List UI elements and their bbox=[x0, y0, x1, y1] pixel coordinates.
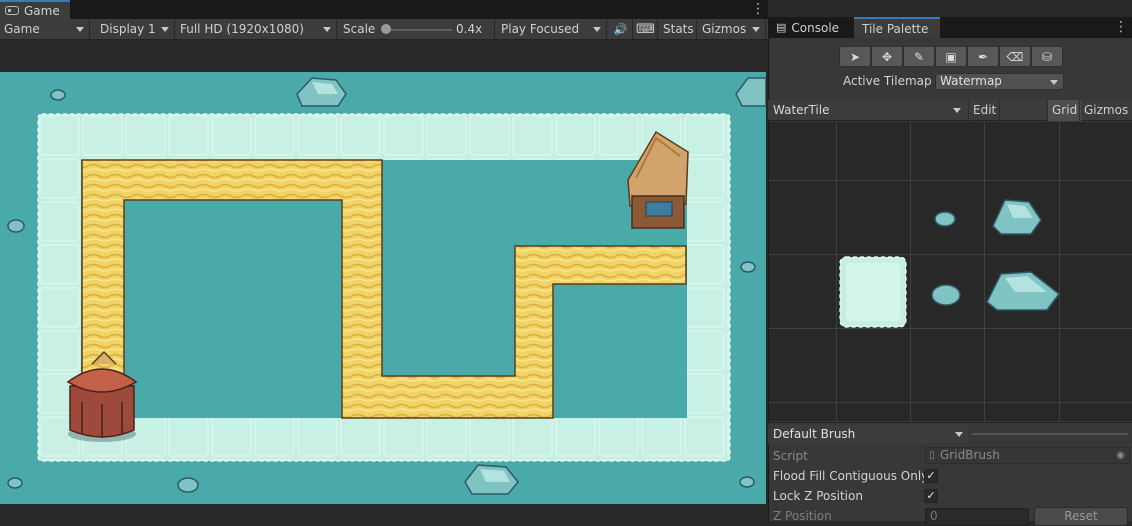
brush-dropdown[interactable]: Default Brush bbox=[770, 425, 968, 443]
move-icon: ✥ bbox=[881, 49, 893, 64]
move-tool-button[interactable]: ✥ bbox=[871, 46, 903, 67]
display-dropdown[interactable]: Display 1 bbox=[96, 19, 175, 39]
game-tab-bar: Game ⋮ bbox=[0, 0, 768, 19]
tab-tile-palette-label: Tile Palette bbox=[862, 21, 929, 36]
script-field: ▯ GridBrush ◉ bbox=[925, 447, 1130, 464]
right-tab-bar: ▤ Console Tile Palette ⋮ bbox=[768, 17, 1132, 38]
panel-more-menu-icon[interactable]: ⋮ bbox=[1114, 20, 1128, 34]
edit-label: Edit bbox=[973, 103, 997, 117]
gizmos-dropdown[interactable]: Gizmos bbox=[698, 19, 766, 39]
right-top-strip bbox=[768, 0, 1132, 17]
brush-bar: Default Brush bbox=[768, 422, 1132, 444]
lock-z-checkbox[interactable]: ✓ bbox=[924, 489, 938, 503]
edit-palette-button[interactable]: Edit bbox=[968, 100, 1000, 121]
brush-divider bbox=[972, 433, 1128, 435]
palette-spacer bbox=[999, 100, 1047, 121]
gizmos-label: Gizmos bbox=[702, 22, 747, 36]
fill-bucket-icon: ⛁ bbox=[1041, 49, 1053, 64]
palette-gizmos-label: Gizmos bbox=[1084, 103, 1129, 117]
palette-tile-water[interactable] bbox=[839, 256, 907, 328]
palette-gizmos-button[interactable]: Gizmos bbox=[1079, 100, 1132, 121]
active-tilemap-value: Watermap bbox=[940, 74, 1002, 88]
game-tab[interactable]: Game bbox=[0, 0, 70, 19]
palette-selected: WaterTile bbox=[773, 103, 830, 117]
fill-tool-button[interactable]: ⛁ bbox=[1031, 46, 1063, 67]
eraser-icon: ⌫ bbox=[1006, 49, 1024, 64]
scale-slider-track[interactable] bbox=[382, 29, 452, 31]
scale-slider-handle[interactable] bbox=[381, 24, 391, 34]
scale-value: 0.4x bbox=[456, 22, 483, 36]
game-bottom-strip bbox=[0, 504, 766, 521]
stats-label: Stats bbox=[663, 22, 694, 36]
script-value: GridBrush bbox=[940, 448, 1000, 462]
game-tab-label: Game bbox=[24, 3, 60, 18]
game-mode-dropdown[interactable]: Game bbox=[0, 19, 90, 39]
palette-toolbar: WaterTile Edit Grid Gizmos bbox=[768, 100, 1132, 121]
active-tilemap-dropdown[interactable]: Watermap bbox=[935, 73, 1064, 90]
palette-tile-rock-small[interactable] bbox=[934, 211, 956, 227]
resolution-dropdown[interactable]: Full HD (1920x1080) bbox=[176, 19, 337, 39]
console-icon: ▤ bbox=[776, 21, 787, 34]
tab-console[interactable]: ▤ Console bbox=[768, 17, 854, 38]
gamepad-icon bbox=[5, 6, 19, 15]
resolution-label: Full HD (1920x1080) bbox=[180, 22, 304, 36]
picker-tool-button[interactable]: ✒ bbox=[967, 46, 999, 67]
reset-button[interactable]: Reset bbox=[1034, 507, 1128, 526]
keyboard-icon: ⌨ bbox=[636, 21, 655, 37]
lock-z-label: Lock Z Position bbox=[773, 489, 863, 503]
select-tool-button[interactable]: ➤ bbox=[839, 46, 871, 67]
box-fill-icon: ▣ bbox=[945, 49, 957, 64]
box-fill-tool-button[interactable]: ▣ bbox=[935, 46, 967, 67]
eraser-tool-button[interactable]: ⌫ bbox=[999, 46, 1031, 67]
display-label: Display 1 bbox=[100, 22, 156, 36]
audio-mute-button[interactable]: 🔊 bbox=[609, 19, 633, 39]
scale-label: Scale bbox=[343, 22, 376, 36]
z-position-field[interactable]: 0 bbox=[925, 508, 1029, 525]
stats-button[interactable]: Stats bbox=[659, 19, 697, 39]
game-mode-label: Game bbox=[4, 22, 40, 36]
vsync-button[interactable]: ⌨ bbox=[634, 19, 658, 39]
game-viewport[interactable] bbox=[0, 72, 766, 504]
select-arrow-icon: ➤ bbox=[849, 49, 861, 64]
tile-tool-row: ➤ ✥ ✎ ▣ ✒ ⌫ ⛁ bbox=[839, 46, 1063, 67]
active-tilemap-label: Active Tilemap bbox=[843, 74, 932, 88]
palette-grid[interactable] bbox=[769, 122, 1132, 421]
paint-tool-button[interactable]: ✎ bbox=[903, 46, 935, 67]
grid-label: Grid bbox=[1052, 103, 1078, 117]
brush-selected: Default Brush bbox=[773, 427, 856, 441]
more-menu-icon[interactable]: ⋮ bbox=[751, 2, 765, 16]
tab-console-label: Console bbox=[791, 20, 840, 35]
play-mode-label: Play Focused bbox=[501, 22, 580, 36]
flood-fill-checkbox[interactable]: ✓ bbox=[924, 469, 938, 483]
game-scene bbox=[7, 77, 766, 495]
speaker-icon: 🔊 bbox=[613, 22, 628, 36]
script-label: Script bbox=[773, 449, 808, 463]
palette-tile-rock-medium[interactable] bbox=[931, 284, 961, 306]
paint-brush-icon: ✎ bbox=[913, 49, 925, 64]
picker-icon: ✒ bbox=[977, 49, 989, 64]
tab-tile-palette[interactable]: Tile Palette bbox=[854, 17, 940, 38]
palette-dropdown[interactable]: WaterTile bbox=[770, 101, 966, 120]
grid-toggle-button[interactable]: Grid bbox=[1047, 100, 1082, 121]
object-picker-icon[interactable]: ◉ bbox=[1116, 448, 1125, 463]
play-mode-dropdown[interactable]: Play Focused bbox=[497, 19, 607, 39]
script-file-icon: ▯ bbox=[929, 450, 935, 461]
palette-tiles bbox=[839, 199, 1061, 328]
flood-fill-label: Flood Fill Contiguous Only bbox=[773, 469, 929, 483]
